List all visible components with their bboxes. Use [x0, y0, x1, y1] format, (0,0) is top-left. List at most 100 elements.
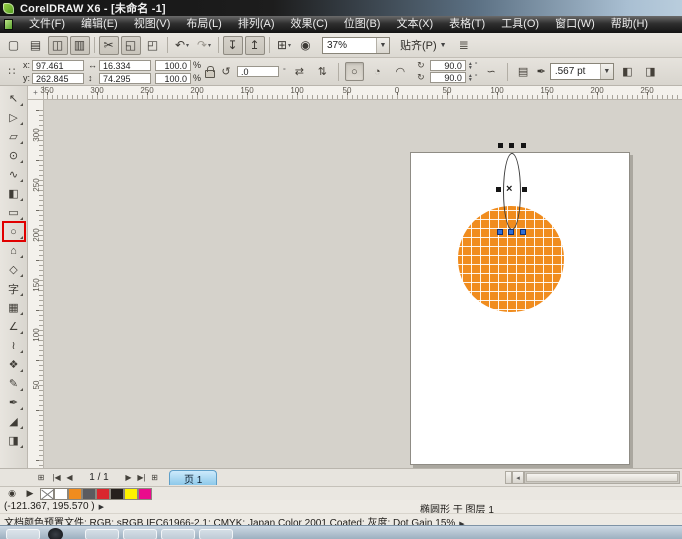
new-document-button[interactable]: ▢	[4, 36, 24, 55]
chevron-down-icon[interactable]: ▼	[440, 42, 447, 49]
save-button[interactable]: ◫	[48, 35, 68, 55]
node-handle[interactable]	[497, 229, 503, 235]
node-handle[interactable]	[508, 229, 514, 235]
pick-tool[interactable]: ↖	[3, 89, 25, 108]
menu-item[interactable]: 效果(C)	[283, 16, 336, 33]
add-page-icon[interactable]: ⊞	[32, 471, 50, 485]
scale-x-field[interactable]: 100.0	[155, 59, 192, 71]
menu-item[interactable]: 帮助(H)	[603, 16, 656, 33]
menu-item[interactable]: 文本(X)	[388, 16, 441, 33]
taskbar-button[interactable]	[161, 529, 195, 539]
menu-item[interactable]: 布局(L)	[178, 16, 229, 33]
separator[interactable]	[267, 36, 272, 55]
menu-item[interactable]: 视图(V)	[126, 16, 179, 33]
wrap-text-button[interactable]: ▤	[514, 62, 533, 81]
spinner-up-down[interactable]: ▲ ▼	[468, 61, 473, 70]
basic-shapes-tool[interactable]: ◇	[3, 260, 25, 279]
yellow[interactable]	[124, 487, 138, 500]
welcome-screen-button[interactable]: ◉	[296, 36, 316, 55]
menu-item[interactable]: 表格(T)	[441, 16, 493, 33]
color-eyedropper-tool[interactable]: ✎	[3, 374, 25, 393]
magenta[interactable]	[138, 487, 152, 500]
mirror-vertical-button[interactable]: ⇅	[313, 62, 332, 81]
snap-to-dropdown[interactable]: 贴齐(P) ▼	[400, 37, 447, 53]
chevron-down-icon[interactable]: ▼	[376, 37, 389, 53]
fill-tool[interactable]: ◢	[3, 412, 25, 431]
next-page-button[interactable]: ▶	[122, 471, 135, 485]
vertical-ruler[interactable]: 300 250 200 150 100 50	[28, 100, 44, 468]
scrollbar-thumb[interactable]	[526, 473, 678, 482]
import-button[interactable]: ↧	[223, 35, 243, 55]
x-position-field[interactable]: 97.461 mm	[32, 59, 85, 81]
menu-item[interactable]: 工具(O)	[493, 16, 547, 33]
arc-mode-button[interactable]: ◠	[391, 62, 410, 81]
start-orb[interactable]	[48, 528, 63, 539]
white[interactable]	[54, 487, 68, 500]
selection-handle[interactable]	[496, 187, 501, 192]
orange[interactable]	[68, 487, 82, 500]
crop-tool[interactable]: ▱	[3, 127, 25, 146]
pane-split-grip[interactable]	[505, 471, 512, 484]
object-width-field[interactable]: 16.334 mm	[99, 59, 152, 81]
palette-radio-icon[interactable]: ◉	[6, 488, 18, 499]
mirror-horizontal-button[interactable]: ⇄	[290, 62, 309, 81]
taskbar-button[interactable]	[199, 529, 233, 539]
copy-button[interactable]: ◱	[121, 35, 141, 55]
scrollbar-track[interactable]	[524, 471, 680, 484]
scale-y-field[interactable]: 100.0	[155, 72, 192, 84]
object-center-marker[interactable]: ×	[506, 183, 512, 195]
redo-button[interactable]: ↷ ▾	[194, 36, 214, 55]
outline-width-combo[interactable]: .567 pt ▼	[549, 63, 614, 80]
outline-pen-tool[interactable]: ✒	[3, 393, 25, 412]
node-handle[interactable]	[520, 229, 526, 235]
shape-tool[interactable]: ▷	[3, 108, 25, 127]
print-button[interactable]: ▥	[70, 35, 90, 55]
symmetry-button[interactable]: ◧	[618, 62, 637, 81]
spinner-up-down[interactable]: ▲ ▼	[468, 73, 473, 82]
cut-button[interactable]: ✂	[99, 35, 119, 55]
horizontal-ruler[interactable]: 350 300 250 200 150 100 50 0 50 100 150 200 250	[40, 86, 682, 100]
page-tab[interactable]: 页 1	[169, 470, 218, 486]
title-bar[interactable]: CorelDRAW X6 - [未命名 -1]	[0, 0, 682, 16]
to-front-button[interactable]: ◨	[641, 62, 660, 81]
undo-button[interactable]: ↶ ▾	[172, 36, 192, 55]
menu-item[interactable]: 编辑(E)	[73, 16, 126, 33]
freehand-tool[interactable]: ∿	[3, 165, 25, 184]
chevron-down-icon[interactable]: ▼	[599, 64, 613, 79]
separator[interactable]	[216, 36, 221, 55]
gray[interactable]	[82, 487, 96, 500]
drawing-canvas[interactable]: ×	[44, 100, 682, 468]
application-launcher-button[interactable]: ⊞ ▾	[274, 36, 294, 55]
ellipse-mode-button[interactable]: ○	[344, 62, 364, 81]
connector-tool[interactable]: ≀	[3, 336, 25, 355]
rotation-angle-field[interactable]: .0	[237, 66, 280, 77]
pie-mode-button[interactable]: ◔	[368, 62, 387, 81]
separator[interactable]	[92, 36, 97, 55]
quick-launch-button[interactable]	[6, 529, 40, 539]
ellipse-tool[interactable]: ○	[1, 221, 26, 242]
taskbar-button[interactable]	[85, 529, 119, 539]
interactive-fill-tool[interactable]: ◨	[3, 431, 25, 450]
selection-handle[interactable]	[522, 187, 527, 192]
zoom-tool[interactable]: ⊙	[3, 146, 25, 165]
swap-direction-button[interactable]: ∽	[482, 62, 501, 81]
previous-page-button[interactable]: ◀	[63, 471, 76, 485]
open-button[interactable]: ▤	[26, 36, 46, 55]
zoom-level-combo[interactable]: 37% ▼	[322, 36, 390, 54]
paste-button[interactable]: ◰	[143, 36, 163, 55]
black[interactable]	[110, 487, 124, 500]
menu-item[interactable]: 文件(F)	[21, 16, 73, 33]
start-angle-field[interactable]: 90.0	[429, 60, 466, 71]
y-position-field[interactable]: 262.845 mm	[32, 72, 85, 94]
export-button[interactable]: ↥	[245, 35, 265, 55]
menu-item[interactable]: 窗口(W)	[547, 16, 603, 33]
selection-handle[interactable]	[509, 143, 514, 148]
first-page-button[interactable]: |◀	[50, 471, 63, 485]
last-page-button[interactable]: ▶|	[135, 471, 148, 485]
text-tool[interactable]: 字	[3, 279, 25, 298]
taskbar-button[interactable]	[123, 529, 157, 539]
scroll-left-button[interactable]: ◂	[512, 471, 524, 484]
end-angle-field[interactable]: 90.0	[429, 72, 466, 83]
selection-handle[interactable]	[521, 143, 526, 148]
rectangle-tool[interactable]: ▭	[3, 203, 25, 222]
